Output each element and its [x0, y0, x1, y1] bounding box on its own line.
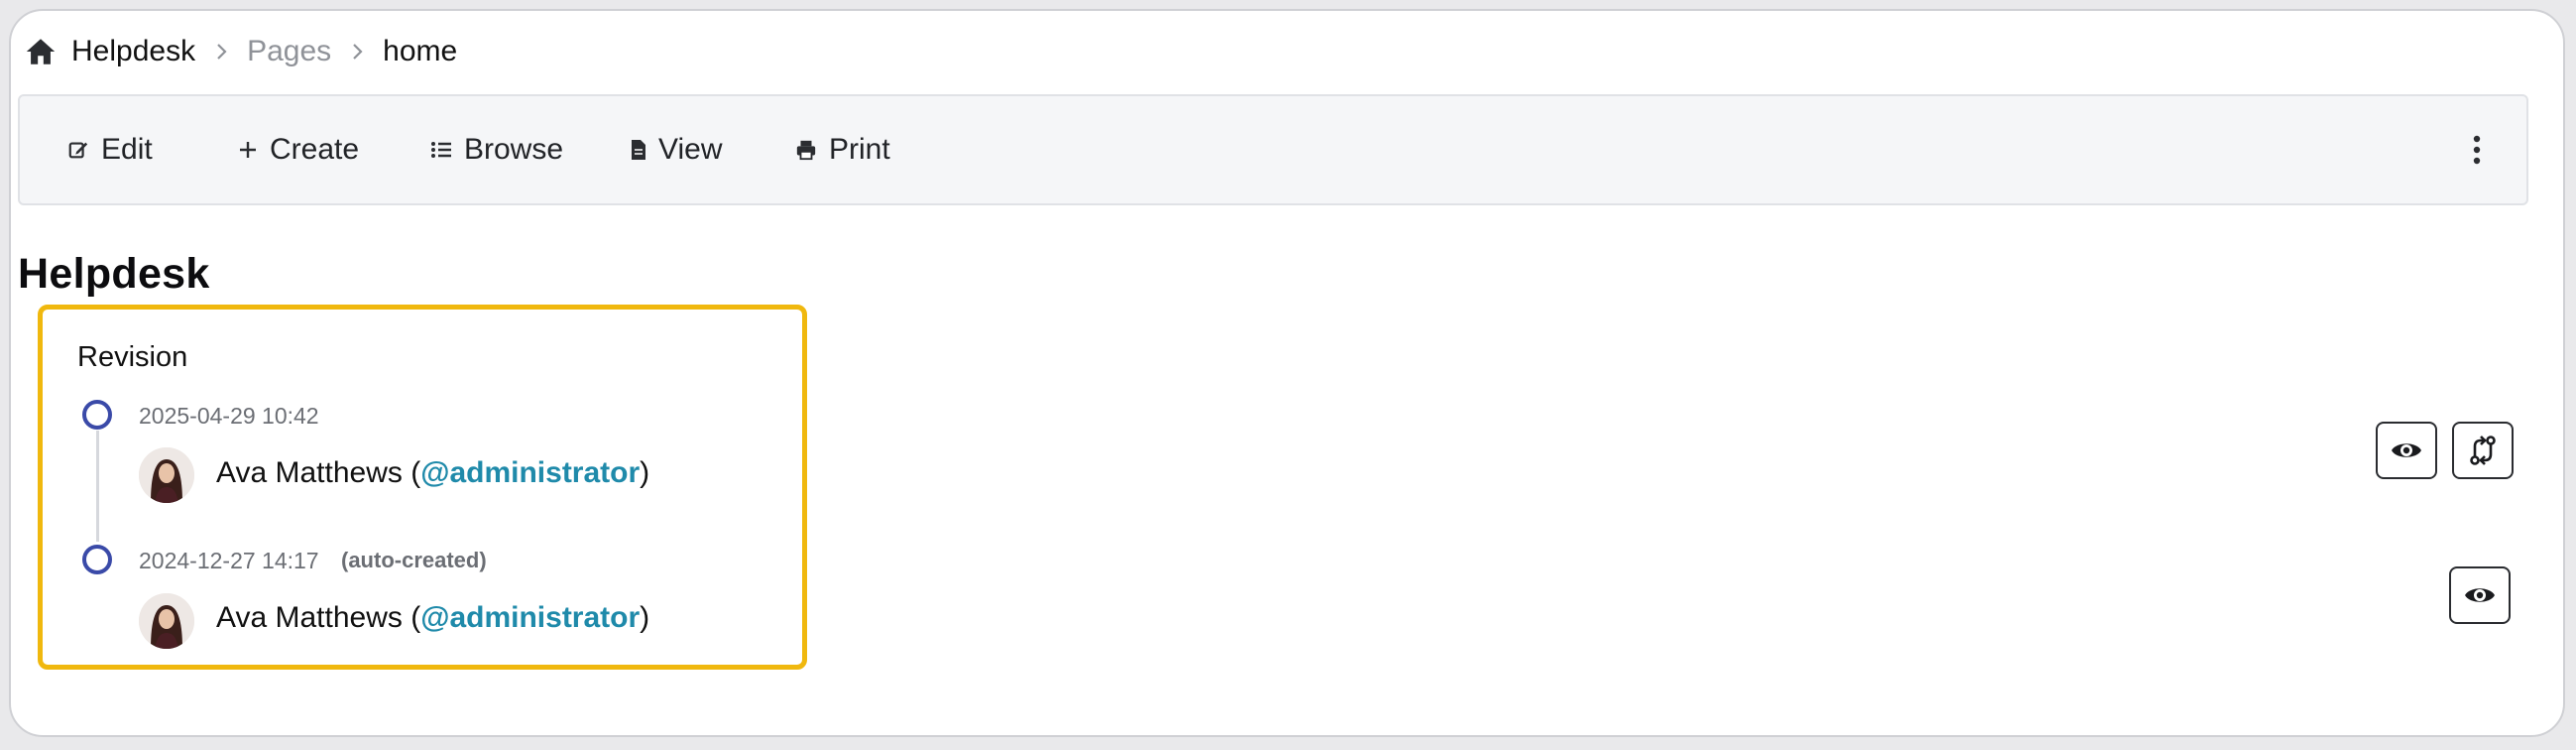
breadcrumb: Helpdesk Pages home — [24, 32, 457, 71]
revision-date: 2025-04-29 10:42 — [139, 403, 319, 429]
author-handle-link[interactable]: @administrator — [420, 601, 640, 635]
timeline-dot — [82, 545, 112, 574]
view-revision-button[interactable] — [2449, 566, 2511, 624]
revision-author: Ava Matthews (@administrator) — [216, 456, 649, 490]
browse-label: Browse — [464, 133, 564, 166]
print-button[interactable]: Print — [795, 96, 890, 203]
avatar — [139, 593, 194, 649]
create-label: Create — [270, 133, 360, 166]
revision-date: 2024-12-27 14:17 — [139, 548, 319, 573]
edit-icon — [67, 139, 89, 161]
revision-heading: Revision — [77, 341, 188, 373]
author-name: Ava Matthews ( — [216, 456, 421, 489]
breadcrumb-root[interactable]: Helpdesk — [71, 35, 195, 68]
edit-label: Edit — [101, 133, 153, 166]
print-label: Print — [829, 133, 890, 166]
timeline-line — [96, 431, 99, 542]
plus-icon — [238, 140, 258, 160]
printer-icon — [795, 139, 817, 161]
breadcrumb-pages[interactable]: Pages — [247, 35, 331, 68]
compare-icon — [2468, 435, 2498, 466]
eye-icon — [2463, 583, 2497, 607]
more-vertical-icon[interactable] — [2471, 133, 2483, 167]
view-label: View — [658, 133, 723, 166]
auto-created-badge: (auto-created) — [341, 548, 487, 572]
chevron-right-icon — [347, 42, 367, 62]
avatar — [139, 447, 194, 503]
page-toolbar: Edit Create Browse View Print — [18, 94, 2528, 205]
browse-button[interactable]: Browse — [430, 96, 563, 203]
list-icon — [430, 140, 452, 160]
view-button[interactable]: View — [631, 96, 722, 203]
chevron-right-icon — [211, 42, 231, 62]
view-revision-button[interactable] — [2376, 422, 2437, 479]
create-button[interactable]: Create — [238, 96, 359, 203]
author-suffix: ) — [640, 601, 650, 634]
author-suffix: ) — [640, 456, 650, 489]
edit-button[interactable]: Edit — [67, 96, 153, 203]
author-name: Ava Matthews ( — [216, 601, 421, 634]
compare-revision-button[interactable] — [2452, 422, 2514, 479]
home-icon[interactable] — [24, 35, 58, 68]
author-handle-link[interactable]: @administrator — [420, 456, 640, 490]
breadcrumb-current: home — [383, 35, 458, 67]
eye-icon — [2390, 438, 2423, 462]
timeline-dot — [82, 400, 112, 430]
revision-author: Ava Matthews (@administrator) — [216, 601, 649, 635]
page-title: Helpdesk — [18, 250, 210, 298]
document-icon — [631, 139, 646, 161]
